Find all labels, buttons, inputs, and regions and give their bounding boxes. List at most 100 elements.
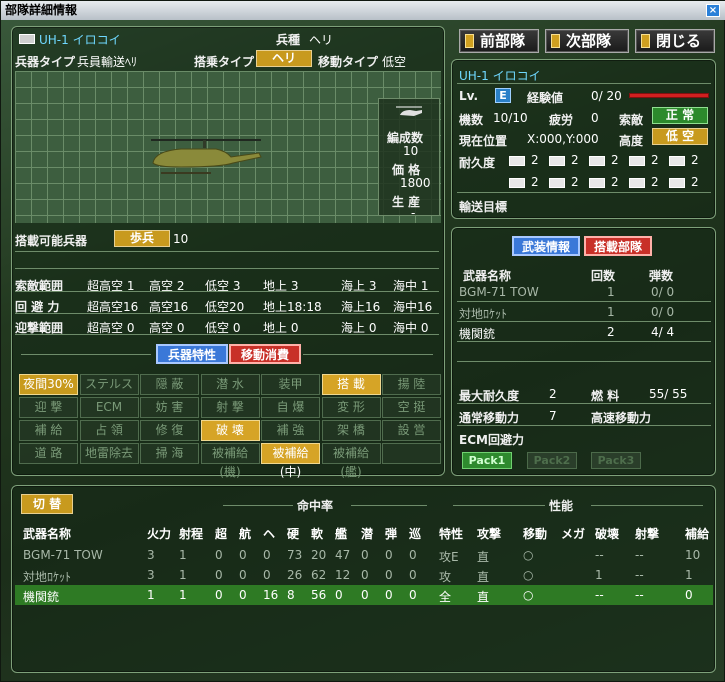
column-header: 航: [239, 527, 252, 541]
weapons-header-ammo: 弾数: [649, 269, 674, 283]
table-row[interactable]: 対地ﾛｹｯﾄ 3 1 0 0 0 26 62 12 0 0 0 攻 直 ○ 1 -- 1: [1, 567, 693, 585]
table-cell: 0: [239, 548, 247, 562]
trait-1-4: 自 爆: [261, 397, 320, 418]
unit-icon: [549, 177, 565, 188]
tab-traits[interactable]: 兵器特性: [156, 344, 228, 364]
window-close-icon[interactable]: ×: [706, 4, 720, 17]
tab-loaded[interactable]: 搭載部隊: [584, 236, 652, 256]
column-header: 潜: [361, 527, 374, 541]
divider: [303, 354, 433, 355]
table-cell: 0: [215, 568, 223, 582]
hit-rate-label: 命中率: [297, 499, 334, 513]
table-cell: --: [595, 588, 604, 602]
table-cell: 対地ﾛｹｯﾄ: [23, 570, 72, 584]
trait-0-2: 隠 蔽: [140, 374, 199, 395]
tab-arms[interactable]: 武装情報: [512, 236, 580, 256]
performance-label: 性能: [549, 499, 574, 513]
unit-icon: [549, 155, 565, 166]
table-cell: ○: [523, 588, 534, 602]
divider: [15, 251, 439, 252]
durability-cell: 2: [629, 153, 659, 167]
pos-value: X:000,Y:000: [527, 132, 599, 146]
morale-value: 正 常: [652, 107, 708, 124]
durability-value: 2: [611, 175, 619, 189]
table-row[interactable]: 機関銃 1 1 0 0 16 8 56 0 0 0 0 全 直 ○ -- -- 0: [1, 587, 693, 605]
morale-label: 索敵: [619, 113, 644, 127]
trait-3-6: [382, 443, 441, 464]
table-cell: 0: [239, 588, 247, 602]
unit-icon: [669, 155, 685, 166]
table-cell: 0: [409, 588, 417, 602]
column-header: ヘ: [263, 527, 276, 541]
switch-button[interactable]: 切 替: [21, 494, 73, 514]
unit-detail-window: 部隊詳細情報 × 前部隊 次部隊 閉じる UH-1 イロコイ 兵種 ヘリ 兵器タ…: [0, 0, 725, 682]
weapon-row-ammo: 0/ 0: [651, 285, 675, 299]
trait-1-5: 変 形: [321, 397, 381, 418]
table-cell: 直: [477, 590, 490, 604]
table-cell: 0: [409, 548, 417, 562]
max-dur-value: 2: [549, 387, 557, 401]
heli-small-icon: [396, 106, 422, 116]
durability-cell: 2: [629, 175, 659, 189]
table-row[interactable]: BGM-71 TOW 3 1 0 0 0 73 20 47 0 0 0 攻E 直 ○ -- -- 10: [1, 547, 700, 565]
table-cell: 0: [215, 588, 223, 602]
column-header: 射撃: [635, 527, 660, 541]
unit-name: UH-1 イロコイ: [39, 33, 121, 47]
table-cell: 26: [287, 568, 303, 582]
table-cell: 0: [409, 568, 417, 582]
table-cell: 直: [477, 550, 490, 564]
table-cell: 0: [385, 568, 393, 582]
trait-3-2: 掃 海: [140, 443, 199, 464]
trait-1-6: 空 挺: [382, 397, 441, 418]
window-title: 部隊詳細情報: [5, 3, 78, 17]
close-button[interactable]: 閉じる: [635, 29, 715, 53]
table-cell: 62: [311, 568, 327, 582]
pack3-button[interactable]: Pack3: [591, 452, 641, 469]
durability-cell: 2: [549, 153, 579, 167]
exp-value: 0/ 20: [591, 89, 622, 103]
column-header: 射程: [179, 527, 204, 541]
table-cell: 1: [595, 568, 603, 582]
durability-value: 2: [611, 153, 619, 167]
table-cell: 0: [215, 548, 223, 562]
pack1-button[interactable]: Pack1: [462, 452, 512, 469]
divider: [15, 291, 439, 292]
trait-2-0: 補 給: [19, 420, 78, 441]
table-cell: 73: [287, 548, 303, 562]
table-cell: 10: [685, 548, 701, 562]
table-cell: 20: [311, 548, 327, 562]
unit-icon: [19, 34, 35, 44]
column-header: 破壊: [595, 527, 620, 541]
divider: [457, 83, 711, 84]
column-header: 火力: [147, 527, 172, 541]
durability-value: 2: [531, 175, 539, 189]
table-cell: 0: [361, 568, 369, 582]
level-label: Lv.: [459, 89, 479, 103]
column-header: 軟: [311, 527, 324, 541]
weapon-type-label: 兵器タイプ: [15, 55, 76, 69]
trait-3-5: 被補給(艦): [321, 443, 381, 479]
trait-1-3: 射 撃: [200, 397, 260, 418]
fatigue-label: 疲労: [549, 113, 574, 127]
trait-0-6: 揚 陸: [382, 374, 441, 395]
table-cell: 16: [263, 588, 279, 602]
durability-cell: 2: [669, 175, 699, 189]
divider: [457, 301, 711, 302]
fuel-label: 燃 料: [591, 389, 620, 403]
trait-1-0: 迎 撃: [19, 397, 78, 418]
prev-unit-button[interactable]: 前部隊: [459, 29, 539, 53]
trait-1-1: ECM: [79, 397, 139, 418]
next-unit-button[interactable]: 次部隊: [545, 29, 629, 53]
move-type-label: 移動タイプ: [318, 55, 379, 69]
status-unit-name: UH-1 イロコイ: [459, 69, 541, 83]
weapon-row-name: 機関銃: [459, 327, 496, 341]
durability-value: 2: [531, 153, 539, 167]
table-cell: ○: [523, 568, 534, 582]
table-cell: 1: [179, 588, 187, 602]
tab-move-cost[interactable]: 移動消費: [229, 344, 301, 364]
board-type-label: 搭乗タイプ: [194, 55, 255, 69]
durability-value: 2: [691, 153, 699, 167]
pack2-button[interactable]: Pack2: [527, 452, 577, 469]
table-cell: 0: [385, 588, 393, 602]
column-header: 弾: [385, 527, 398, 541]
